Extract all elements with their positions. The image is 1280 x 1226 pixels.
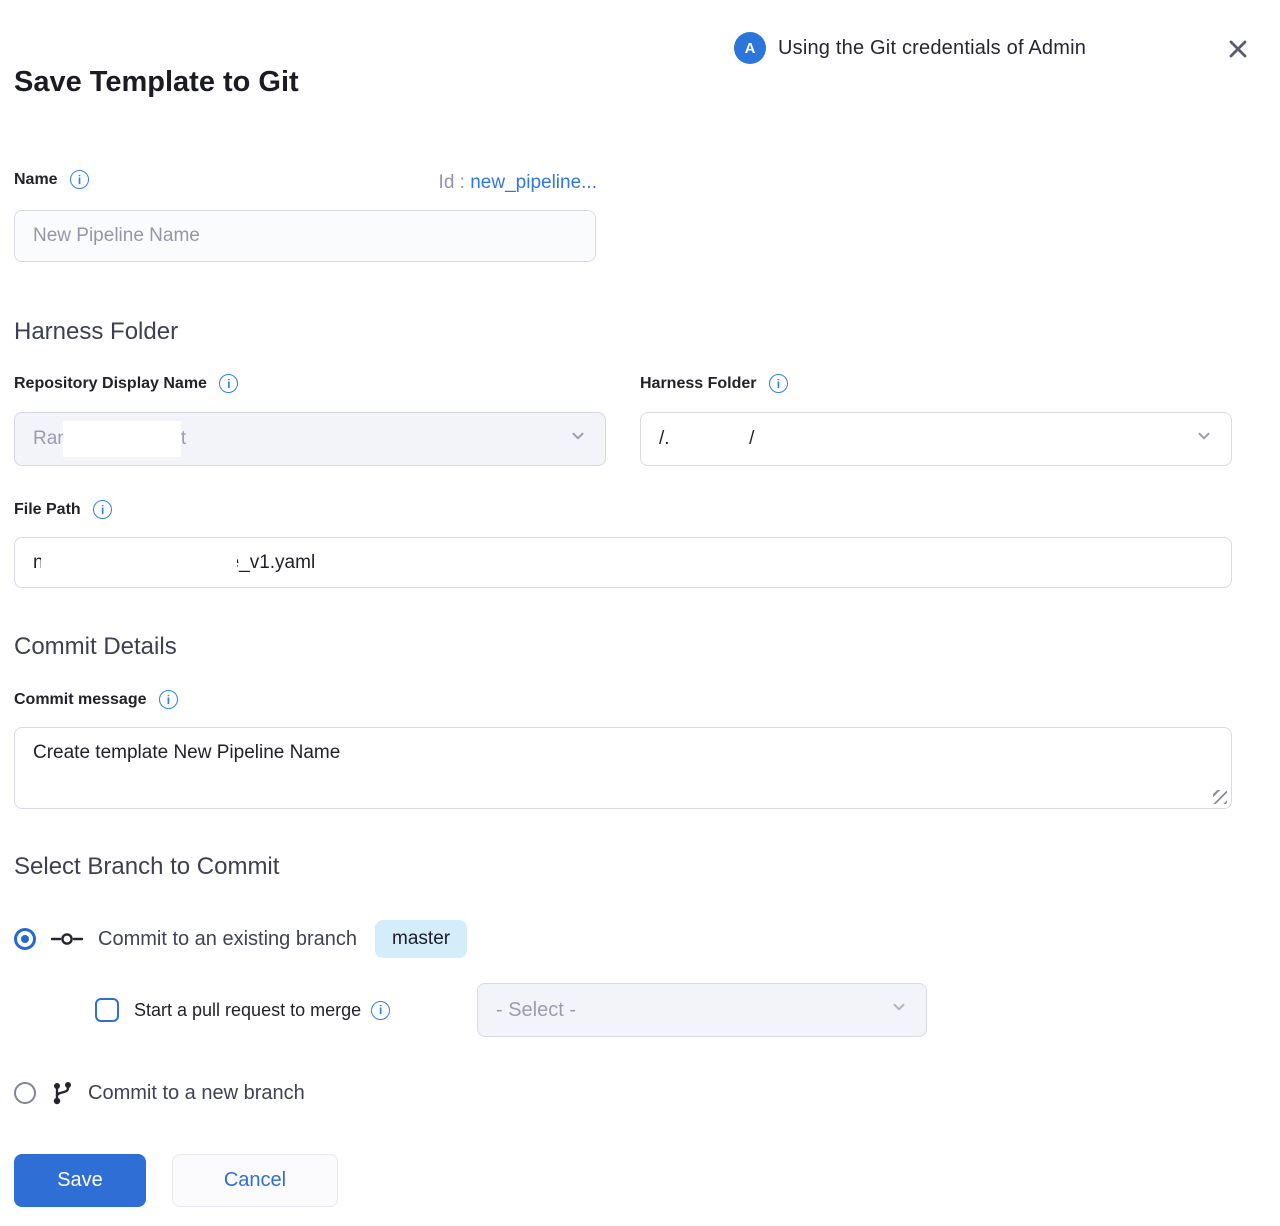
page-title: Save Template to Git	[14, 66, 299, 99]
pull-request-checkbox[interactable]	[95, 998, 119, 1022]
folder-info-icon[interactable]: i	[769, 374, 788, 393]
redaction-block	[63, 421, 181, 457]
repository-value-suffix: t	[181, 428, 186, 450]
new-branch-row: Commit to a new branch	[14, 1077, 305, 1109]
pull-request-info-icon[interactable]: i	[371, 1001, 390, 1020]
commit-icon	[50, 930, 84, 948]
id-link[interactable]: new_pipeline...	[470, 172, 597, 193]
git-credentials-bar: A Using the Git credentials of Admin	[734, 32, 1086, 64]
save-button[interactable]: Save	[14, 1154, 146, 1207]
folder-label-row: Harness Folder i	[640, 374, 788, 393]
harness-folder-label: Harness Folder	[640, 375, 756, 393]
template-id-row: Id : new_pipeline...	[300, 172, 597, 194]
name-input[interactable]	[14, 210, 596, 262]
repository-select[interactable]: Rant	[14, 412, 606, 466]
file-path-value-suffix: e_v1.yaml	[229, 552, 316, 574]
commit-message-wrap: Create template New Pipeline Name	[14, 727, 1232, 809]
file-path-label: File Path	[14, 501, 81, 519]
chevron-down-icon	[1195, 427, 1213, 451]
commit-message-textarea[interactable]: Create template New Pipeline Name	[14, 727, 1232, 809]
select-branch-heading: Select Branch to Commit	[14, 853, 279, 881]
credentials-text: Using the Git credentials of Admin	[778, 37, 1086, 60]
close-icon[interactable]	[1224, 35, 1252, 63]
harness-folder-select[interactable]: /.h/	[640, 412, 1232, 466]
commit-details-heading: Commit Details	[14, 633, 177, 661]
repository-info-icon[interactable]: i	[219, 374, 238, 393]
existing-branch-row: Commit to an existing branch master	[14, 917, 467, 961]
commit-message-label: Commit message	[14, 691, 147, 709]
pull-request-target-select[interactable]: - Select -	[477, 983, 927, 1037]
repository-label: Repository Display Name	[14, 375, 207, 393]
harness-folder-heading: Harness Folder	[14, 318, 178, 346]
existing-branch-radio[interactable]	[14, 928, 36, 950]
commit-message-info-icon[interactable]: i	[159, 690, 178, 709]
avatar: A	[734, 32, 766, 64]
redaction-block	[669, 421, 749, 457]
pull-request-row: Start a pull request to merge i	[95, 983, 390, 1037]
pr-select-placeholder: - Select -	[496, 999, 576, 1022]
name-label-row: Name i	[14, 170, 89, 189]
chevron-down-icon	[569, 427, 587, 451]
redaction-block	[41, 545, 237, 581]
commit-message-label-row: Commit message i	[14, 690, 178, 709]
file-path-label-row: File Path i	[14, 500, 112, 519]
name-label: Name	[14, 171, 58, 189]
existing-branch-label[interactable]: Commit to an existing branch	[98, 928, 357, 951]
name-info-icon[interactable]: i	[70, 170, 89, 189]
new-branch-radio[interactable]	[14, 1082, 36, 1104]
folder-value-suffix: /	[749, 428, 754, 450]
save-template-to-git-dialog: A Using the Git credentials of Admin Sav…	[0, 0, 1280, 1226]
chevron-down-icon	[890, 998, 908, 1022]
file-path-info-icon[interactable]: i	[93, 500, 112, 519]
cancel-button[interactable]: Cancel	[172, 1154, 338, 1207]
branch-tag[interactable]: master	[375, 920, 467, 958]
file-path-input[interactable]: ne_v1.yaml	[14, 537, 1232, 588]
pull-request-label[interactable]: Start a pull request to merge	[134, 1000, 361, 1021]
new-branch-label[interactable]: Commit to a new branch	[88, 1082, 305, 1105]
git-branch-icon	[50, 1080, 74, 1107]
repository-label-row: Repository Display Name i	[14, 374, 238, 393]
id-prefix-label: Id :	[439, 172, 471, 193]
